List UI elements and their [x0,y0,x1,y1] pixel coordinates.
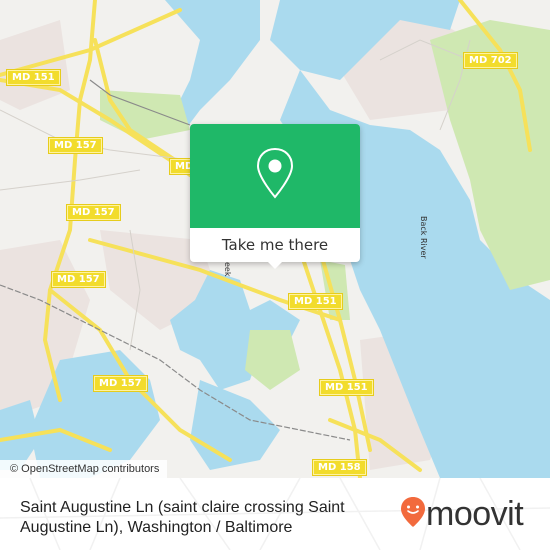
road-shield-md157: MD 157 [94,376,147,391]
road-shield-md158: MD 158 [313,460,366,475]
water-label-creek: eek [223,262,232,277]
location-caption: Saint Augustine Ln (saint claire crossin… [20,499,345,536]
moovit-pin-icon [400,496,426,532]
road-shield-md151: MD 151 [289,294,342,309]
moovit-logo[interactable]: moovit [400,495,524,533]
road-shield-md702: MD 702 [464,53,517,68]
road-shield-md151: MD 151 [7,70,60,85]
moovit-wordmark: moovit [426,495,524,533]
map-attribution[interactable]: © OpenStreetMap contributors [0,460,168,478]
location-popup: Take me there [190,124,360,262]
water-label-back-river: Back River [419,216,428,259]
popup-pointer [267,261,283,269]
footer: Saint Augustine Ln (saint claire crossin… [0,478,550,550]
location-pin-icon [255,147,295,205]
road-shield-md157: MD 157 [67,205,120,220]
road-shield-md157: MD 157 [52,272,105,287]
road-shield-md157: MD 157 [49,138,102,153]
road-shield-md151: MD 151 [320,380,373,395]
popup-header [190,124,360,228]
take-me-there-button[interactable]: Take me there [190,228,360,262]
